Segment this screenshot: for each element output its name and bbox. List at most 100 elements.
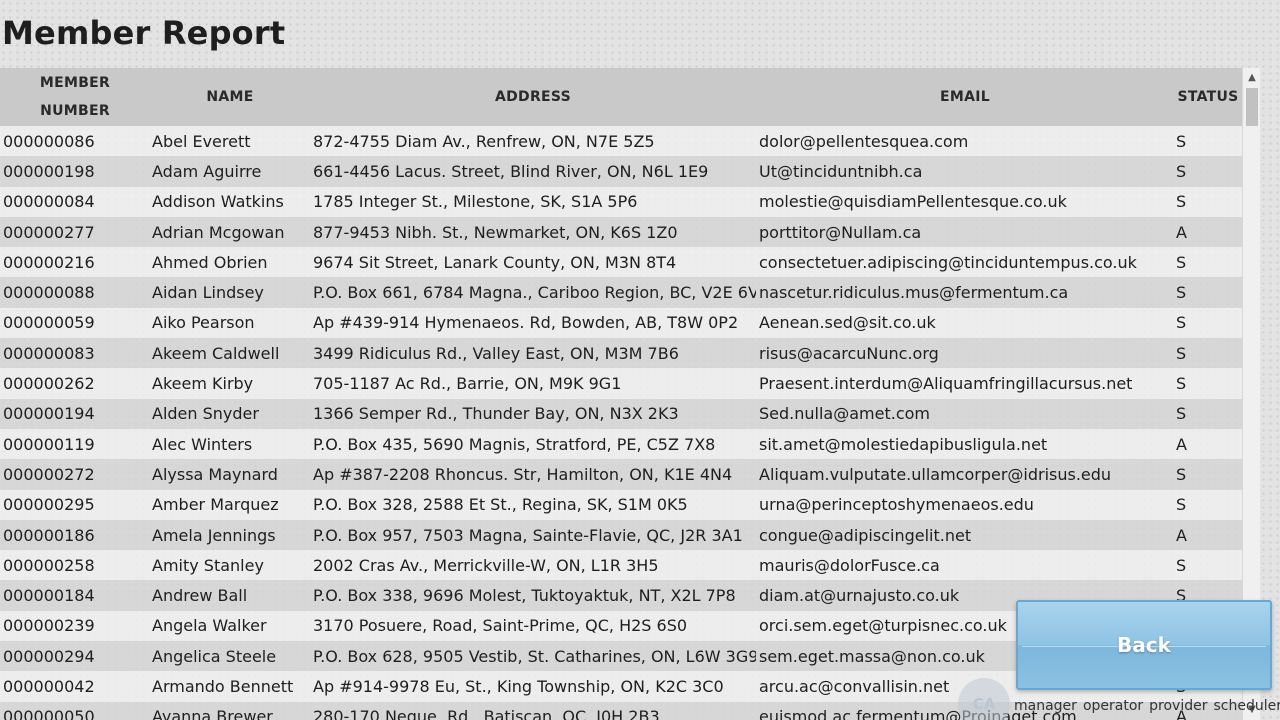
cell-status: S [1176, 161, 1187, 181]
footer-role-operator[interactable]: operator [1083, 698, 1143, 714]
footer-role-list: manager operator provider scheduler [1014, 698, 1280, 714]
cell-address: P.O. Box 328, 2588 Et St., Regina, SK, S… [313, 495, 688, 515]
cell-member-number: 000000042 [3, 676, 95, 696]
cell-status: A [1176, 525, 1187, 545]
cell-member-number: 000000119 [3, 434, 95, 454]
cell-email: Aenean.sed@sit.co.uk [759, 313, 936, 333]
cell-status: S [1176, 313, 1187, 333]
cell-name: Aiko Pearson [152, 313, 255, 333]
cell-member-number: 000000294 [3, 646, 95, 666]
cell-member-number: 000000083 [3, 343, 95, 363]
cell-address: Ap #914-9978 Eu, St., King Township, ON,… [313, 676, 724, 696]
cell-member-number: 000000186 [3, 525, 95, 545]
cell-name: Adrian Mcgowan [152, 222, 285, 242]
table-row[interactable]: 000000186 Amela Jennings P.O. Box 957, 750… [0, 519, 1242, 551]
cell-member-number: 000000295 [3, 495, 95, 515]
cell-name: Addison Watkins [152, 192, 284, 212]
table-row[interactable]: 000000084 Addison Watkins 1785 Integer St.… [0, 186, 1242, 217]
cell-member-number: 000000239 [3, 616, 95, 636]
cell-status: S [1176, 495, 1187, 515]
table-row[interactable]: 000000119 Alec Winters P.O. Box 435, 5690 … [0, 428, 1242, 460]
cell-address: 872-4755 Diam Av., Renfrew, ON, N7E 5Z5 [313, 131, 655, 151]
cell-status: S [1176, 343, 1187, 363]
cell-address: Ap #387-2208 Rhoncus. Str, Hamilton, ON,… [313, 464, 733, 484]
cell-email: mauris@dolorFusce.ca [759, 555, 940, 575]
cell-address: P.O. Box 435, 5690 Magnis, Stratford, PE… [313, 434, 716, 454]
cell-name: Armando Bennett [152, 676, 294, 696]
cell-member-number: 000000216 [3, 252, 95, 272]
cell-address: 2002 Cras Av., Merrickville-W, ON, L1R 3… [313, 555, 659, 575]
cell-email: sit.amet@molestiedapibusligula.net [759, 434, 1048, 454]
table-row[interactable]: 000000059 Aiko Pearson Ap #439-914 Hymenae… [0, 307, 1242, 339]
cell-name: Alec Winters [152, 434, 253, 454]
cell-member-number: 000000050 [3, 707, 95, 720]
cell-status: S [1176, 464, 1187, 484]
table-row[interactable]: 000000086 Abel Everett 872-4755 Diam Av., … [0, 126, 1242, 157]
cell-status: S [1176, 374, 1187, 394]
cell-status: S [1176, 283, 1187, 303]
cell-name: Angela Walker [152, 616, 267, 636]
cell-address: 3499 Ridiculus Rd., Valley East, ON, M3M… [313, 343, 679, 363]
cell-name: Alden Snyder [152, 404, 259, 424]
footer-role-provider[interactable]: provider [1149, 698, 1207, 714]
page-title: Member Report [2, 14, 286, 52]
table-row[interactable]: 000000198 Adam Aguirre 661-4456 Lacus. Str… [0, 156, 1242, 187]
cell-name: Ayanna Brewer [152, 707, 273, 720]
cell-address: P.O. Box 338, 9696 Molest, Tuktoyaktuk, … [313, 586, 736, 606]
cell-email: nascetur.ridiculus.mus@fermentum.ca [759, 283, 1069, 303]
cell-status: S [1176, 131, 1187, 151]
table-row[interactable]: 000000262 Akeem Kirby 705-1187 Ac Rd., Bar… [0, 368, 1242, 399]
cell-name: Adam Aguirre [152, 161, 262, 181]
footer-role-scheduler[interactable]: scheduler [1214, 698, 1280, 714]
table-row[interactable]: 000000272 Alyssa Maynard Ap #387-2208 Rhon… [0, 459, 1242, 490]
table-row[interactable]: 000000295 Amber Marquez P.O. Box 328, 2588… [0, 489, 1242, 520]
table-row[interactable]: 000000194 Alden Snyder 1366 Semper Rd., Th… [0, 398, 1242, 429]
cell-name: Alyssa Maynard [152, 464, 278, 484]
cell-status: A [1176, 434, 1187, 454]
cell-address: 1366 Semper Rd., Thunder Bay, ON, N3X 2K… [313, 404, 679, 424]
header-email[interactable]: EMAIL [756, 83, 1174, 111]
table-row[interactable]: 000000088 Aidan Lindsey P.O. Box 661, 6784… [0, 277, 1242, 308]
cell-address: P.O. Box 628, 9505 Vestib, St. Catharine… [313, 646, 756, 666]
cell-name: Akeem Kirby [152, 374, 254, 394]
cell-address: 705-1187 Ac Rd., Barrie, ON, M9K 9G1 [313, 374, 622, 394]
button-gloss-divider [1022, 646, 1266, 647]
cell-email: porttitor@Nullam.ca [759, 222, 922, 242]
header-address[interactable]: ADDRESS [310, 83, 756, 111]
cell-member-number: 000000194 [3, 404, 95, 424]
header-name[interactable]: NAME [150, 83, 310, 111]
cell-member-number: 000000258 [3, 555, 95, 575]
table-row[interactable]: 000000258 Amity Stanley 2002 Cras Av., Mer… [0, 550, 1242, 581]
cell-name: Aidan Lindsey [152, 283, 264, 303]
header-status[interactable]: STATUS [1174, 83, 1242, 111]
cell-email: Sed.nulla@amet.com [759, 404, 930, 424]
table-row[interactable]: 000000216 Ahmed Obrien 9674 Sit Street, La… [0, 247, 1242, 278]
cell-status: S [1176, 252, 1187, 272]
cell-name: Amber Marquez [152, 495, 279, 515]
cell-address: 877-9453 Nibh. St., Newmarket, ON, K6S 1… [313, 222, 678, 242]
cell-email: Praesent.interdum@Aliquamfringillacursus… [759, 374, 1133, 394]
cell-email: dolor@pellentesquea.com [759, 131, 969, 151]
cell-email: risus@acarcuNunc.org [759, 343, 939, 363]
cell-member-number: 000000277 [3, 222, 95, 242]
cell-address: 1785 Integer St., Milestone, SK, S1A 5P6 [313, 192, 638, 212]
cell-email: Ut@tinciduntnibh.ca [759, 161, 923, 181]
cell-member-number: 000000198 [3, 161, 95, 181]
header-member-number[interactable]: MEMBER NUMBER [0, 69, 150, 125]
cell-status: S [1176, 555, 1187, 575]
table-row[interactable]: 000000277 Adrian Mcgowan 877-9453 Nibh. St… [0, 216, 1242, 248]
scroll-up-arrow-icon[interactable]: ▲ [1243, 70, 1260, 86]
scroll-thumb[interactable] [1246, 88, 1258, 126]
cell-address: 661-4456 Lacus. Street, Blind River, ON,… [313, 161, 709, 181]
cell-address: 280-170 Neque. Rd., Batiscan, QC, J0H 2B… [313, 707, 660, 720]
cell-address: 9674 Sit Street, Lanark County, ON, M3N … [313, 252, 677, 272]
cell-member-number: 000000088 [3, 283, 95, 303]
cell-status: A [1176, 222, 1187, 242]
cell-email: urna@perinceptoshymenaeos.edu [759, 495, 1034, 515]
cell-member-number: 000000272 [3, 464, 95, 484]
back-button[interactable]: Back [1016, 600, 1272, 690]
footer-role-manager[interactable]: manager [1014, 698, 1077, 714]
table-row[interactable]: 000000083 Akeem Caldwell 3499 Ridiculus Rd… [0, 338, 1242, 369]
cell-address: P.O. Box 661, 6784 Magna., Cariboo Regio… [313, 283, 756, 303]
cell-email: molestie@quisdiamPellentesque.co.uk [759, 192, 1067, 212]
